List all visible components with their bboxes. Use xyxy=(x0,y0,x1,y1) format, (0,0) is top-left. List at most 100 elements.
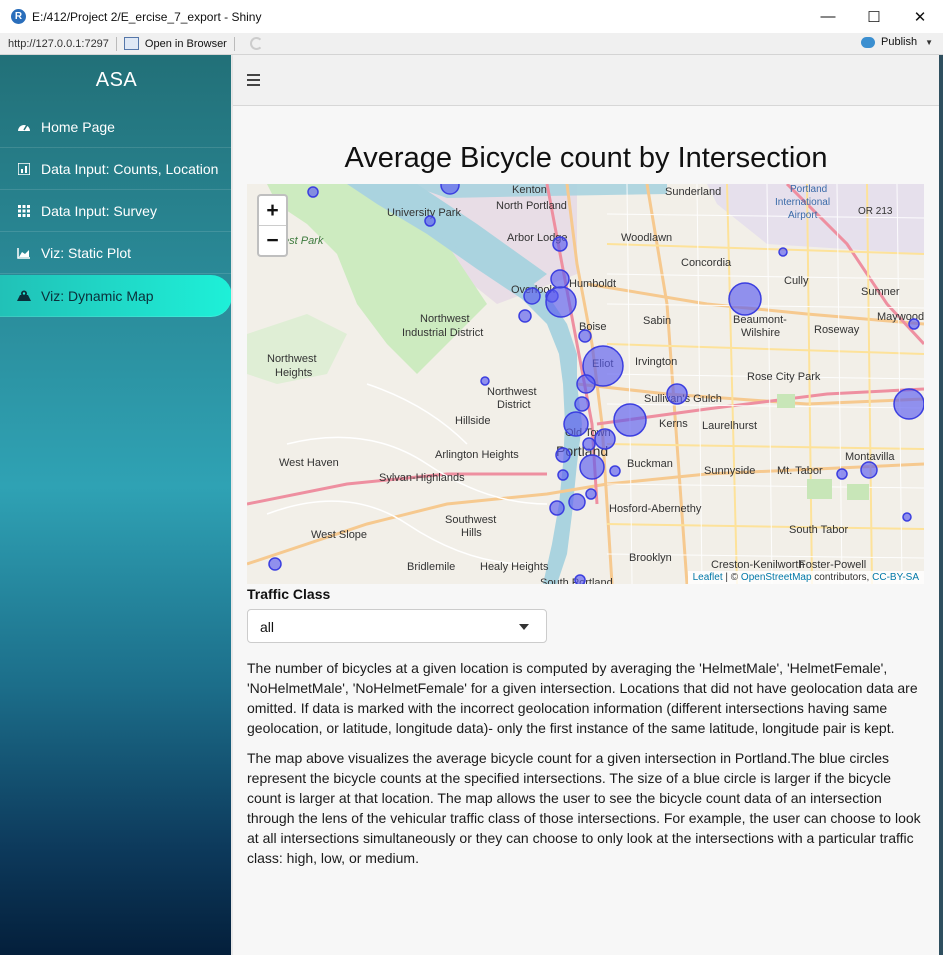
map-label: North Portland xyxy=(496,200,567,212)
map-label: Northwest xyxy=(267,353,317,365)
sidebar-item-home[interactable]: Home Page xyxy=(0,106,233,148)
license-link[interactable]: CC-BY-SA xyxy=(872,572,919,583)
rstudio-icon: R xyxy=(11,9,26,24)
map-label: Mt. Tabor xyxy=(777,465,823,477)
toolbar-divider xyxy=(233,36,235,51)
map-label: Sunnyside xyxy=(704,465,755,477)
sidebar-item-survey[interactable]: Data Input: Survey xyxy=(0,190,233,232)
sidebar-item-dynamic-map[interactable]: Viz: Dynamic Map xyxy=(0,275,232,317)
map-label: Foster-Powell xyxy=(799,559,866,571)
traffic-class-label: Traffic Class xyxy=(247,586,331,602)
sidebar-item-label: Data Input: Counts, Location xyxy=(41,160,219,177)
maximize-button[interactable]: ☐ xyxy=(851,0,897,33)
map-label: Creston-Kenilworth xyxy=(711,559,805,571)
area-chart-icon xyxy=(17,247,31,259)
map-label: Kenton xyxy=(512,184,547,196)
map-label: Hillside xyxy=(455,415,490,427)
map-attribution: Leaflet | © OpenStreetMap contributors, … xyxy=(687,571,924,584)
traffic-class-value: all xyxy=(260,619,275,635)
brand-title: ASA xyxy=(95,69,138,91)
sidebar-item-label: Viz: Dynamic Map xyxy=(41,287,154,304)
dashboard-icon xyxy=(17,121,31,133)
map-label: Industrial District xyxy=(402,327,483,339)
chevron-down-icon xyxy=(519,624,529,630)
map-label: Kerns xyxy=(659,418,688,430)
map-label: est Park xyxy=(283,235,324,247)
browser-window-icon xyxy=(123,37,139,50)
url-text: http://127.0.0.1:7297 xyxy=(8,37,109,50)
map-label: Heights xyxy=(275,367,313,379)
sidebar-item-static-plot[interactable]: Viz: Static Plot xyxy=(0,232,233,274)
map-label: OR 213 xyxy=(858,206,893,217)
publish-button[interactable]: Publish ▼ xyxy=(861,36,933,48)
map-label: District xyxy=(497,399,531,411)
zoom-out-button[interactable]: − xyxy=(259,226,286,255)
map-label: South Tabor xyxy=(789,524,848,536)
map-label: Healy Heights xyxy=(480,561,549,573)
description-paragraph-2: The map above visualizes the average bic… xyxy=(247,750,921,866)
publish-icon xyxy=(861,36,875,48)
chevron-down-icon[interactable]: ▼ xyxy=(925,38,933,47)
sidebar-item-label: Home Page xyxy=(41,118,115,135)
map-label: Montavilla xyxy=(845,451,895,463)
main-content: Average Bicycle count by Intersection Ke… xyxy=(233,106,939,955)
map-label: Concordia xyxy=(681,257,732,269)
viewer-toolbar: http://127.0.0.1:7297 Open in Browser Pu… xyxy=(0,33,943,55)
map-marker-icon xyxy=(17,290,31,302)
map-label: Hosford-Abernethy xyxy=(609,503,702,515)
map-label: Beaumont- xyxy=(733,314,787,326)
attribution-separator: | © xyxy=(722,572,741,583)
map-label: Humboldt xyxy=(569,278,616,290)
map-label: Northwest xyxy=(420,313,470,325)
hamburger-menu-icon[interactable] xyxy=(247,74,260,89)
traffic-class-select[interactable]: all xyxy=(247,609,547,643)
minimize-button[interactable]: — xyxy=(805,0,851,33)
map-label: Bridlemile xyxy=(407,561,455,573)
map-label: West Slope xyxy=(311,529,367,541)
open-in-browser-label: Open in Browser xyxy=(144,37,227,50)
map-label: Rose City Park xyxy=(747,371,821,383)
map-label: Airport xyxy=(788,210,818,221)
map-label: Brooklyn xyxy=(629,552,672,564)
leaflet-map[interactable]: Kenton Sunderland University Park North … xyxy=(247,184,924,584)
map-label: Hills xyxy=(461,527,482,539)
map-label: Irvington xyxy=(635,356,677,368)
description-paragraph-1: The number of bicycles at a given locati… xyxy=(247,660,918,736)
map-label: Sunderland xyxy=(665,186,721,198)
map-label: Buckman xyxy=(627,458,673,470)
map-label: Roseway xyxy=(814,324,860,336)
map-tiles: Kenton Sunderland University Park North … xyxy=(247,184,924,584)
map-label: Cully xyxy=(784,275,809,287)
sidebar: ASA Home Page Data Input: Counts, Locati… xyxy=(0,55,233,955)
map-label: Northwest xyxy=(487,386,537,398)
map-label: Woodlawn xyxy=(621,232,672,244)
map-label: Arlington Heights xyxy=(435,449,519,461)
toolbar-divider xyxy=(115,36,117,51)
map-label: Southwest xyxy=(445,514,496,526)
page-title: Average Bicycle count by Intersection xyxy=(344,142,828,174)
close-button[interactable]: ✕ xyxy=(897,0,943,33)
map-label: Wilshire xyxy=(741,327,780,339)
sidebar-item-label: Data Input: Survey xyxy=(41,202,157,219)
bar-chart-icon xyxy=(17,162,31,175)
sidebar-item-label: Viz: Static Plot xyxy=(41,244,132,261)
map-label: Sabin xyxy=(643,315,671,327)
map-label: International xyxy=(775,197,830,208)
refresh-icon[interactable] xyxy=(249,37,263,50)
zoom-in-button[interactable]: + xyxy=(259,196,286,226)
window-edge xyxy=(939,55,943,955)
window-titlebar: R E:/412/Project 2/E_ercise_7_export - S… xyxy=(0,0,943,34)
open-in-browser-button[interactable]: Open in Browser xyxy=(123,37,227,50)
map-label: Portland xyxy=(790,184,827,195)
map-label: University Park xyxy=(387,207,461,219)
map-label: Sumner xyxy=(861,286,900,298)
map-label: West Haven xyxy=(279,457,339,469)
grid-icon xyxy=(17,204,31,217)
publish-label: Publish xyxy=(881,36,918,48)
map-label: Sylvan-Highlands xyxy=(379,472,465,484)
map-label: Laurelhurst xyxy=(702,420,757,432)
osm-link[interactable]: OpenStreetMap xyxy=(741,572,812,583)
sidebar-item-counts-location[interactable]: Data Input: Counts, Location xyxy=(0,148,233,190)
top-header xyxy=(233,55,939,106)
leaflet-link[interactable]: Leaflet xyxy=(693,572,723,583)
